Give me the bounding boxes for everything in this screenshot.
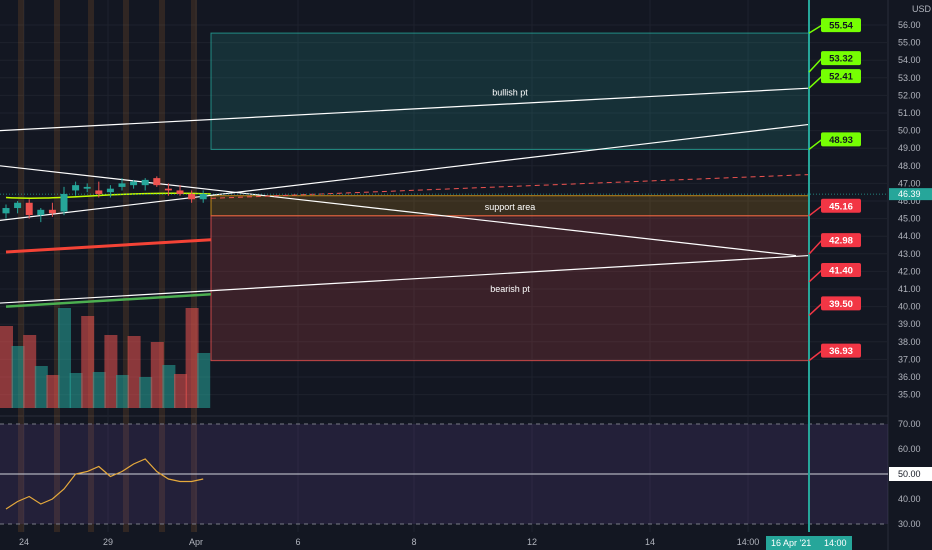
current-price-label: 46.39: [898, 189, 921, 199]
y-tick-label: 53.00: [898, 73, 921, 83]
y-tick-label: 55.00: [898, 38, 921, 48]
volume-bar: [81, 316, 95, 408]
candle-body: [188, 193, 196, 200]
zone-label: support area: [485, 202, 536, 212]
y-tick-label: 48.00: [898, 161, 921, 171]
candle-body: [37, 209, 45, 216]
y-tick-label: 36.00: [898, 372, 921, 382]
candle-body: [25, 202, 33, 216]
y-tick-label: 50.00: [898, 126, 921, 136]
y-tick-label: 35.00: [898, 390, 921, 400]
volume-bar: [197, 353, 211, 408]
y-tick-label: 41.00: [898, 284, 921, 294]
candle-body: [118, 183, 126, 187]
volume-bar: [127, 336, 141, 408]
volume-bar: [162, 365, 176, 408]
candle-body: [48, 209, 56, 214]
target-label: 55.54: [829, 21, 853, 32]
volume-bar: [23, 335, 37, 408]
chart-canvas[interactable]: bullish pt support area bearish pt 55.54 53…: [0, 0, 932, 550]
x-tick-label: 12: [527, 537, 537, 547]
x-tick-label: 14: [645, 537, 655, 547]
osc-tick-label: 60.00: [898, 444, 921, 454]
volume-bar: [92, 372, 106, 408]
zone-label: bullish pt: [492, 87, 528, 97]
candle-body: [130, 181, 138, 186]
cursor-date-label: 16 Apr '21: [771, 538, 811, 548]
zones: bullish pt support area bearish pt: [210, 32, 810, 362]
osc-tick-label: 70.00: [898, 419, 921, 429]
target-label: 53.32: [829, 54, 853, 65]
volume-bar: [0, 326, 13, 408]
candle-body: [176, 190, 184, 194]
y-tick-label: 51.00: [898, 108, 921, 118]
oscillator: [0, 423, 888, 525]
y-tick-label: 54.00: [898, 55, 921, 65]
x-tick-label: 8: [411, 537, 416, 547]
volume-bar: [104, 335, 118, 408]
volume-bar: [185, 308, 199, 408]
target-label: 52.41: [829, 72, 853, 83]
osc-value-label: 50.00: [898, 469, 921, 479]
cursor-time-label: 14:00: [824, 538, 847, 548]
candle-body: [14, 202, 22, 209]
y-tick-label: 49.00: [898, 143, 921, 153]
y-tick-label: 39.00: [898, 319, 921, 329]
x-tick-label: 24: [19, 537, 29, 547]
x-tick-label: Apr: [189, 537, 203, 547]
volume-bar: [58, 308, 71, 408]
candle-body: [199, 193, 207, 200]
candle-body: [164, 188, 172, 191]
candle-body: [141, 179, 149, 186]
x-tick-label: 29: [103, 537, 113, 547]
y-tick-label: 42.00: [898, 266, 921, 276]
target-label: 45.16: [829, 201, 853, 212]
candle-body: [95, 190, 103, 194]
target-label: 41.40: [829, 265, 853, 276]
target-label: 36.93: [829, 346, 853, 357]
y-tick-label: 37.00: [898, 354, 921, 364]
volume-bar: [34, 366, 48, 408]
y-tick-label: 44.00: [898, 231, 921, 241]
zone-label: bearish pt: [490, 284, 530, 294]
y-tick-label: 56.00: [898, 20, 921, 30]
volume-bar: [174, 374, 187, 408]
candle-body: [60, 193, 68, 212]
target-label: 39.50: [829, 299, 853, 310]
y-tick-label: 47.00: [898, 178, 921, 188]
volume-bar: [46, 375, 60, 408]
y-tick-label: 43.00: [898, 249, 921, 259]
y-tick-label: 52.00: [898, 90, 921, 100]
candle-body: [106, 188, 114, 193]
osc-tick-label: 30.00: [898, 519, 921, 529]
target-label: 48.93: [829, 135, 853, 146]
currency-label: USD: [912, 4, 932, 14]
y-tick-label: 45.00: [898, 214, 921, 224]
osc-tick-label: 40.00: [898, 494, 921, 504]
volume-bar: [116, 375, 129, 408]
volume-bar: [69, 373, 83, 408]
x-tick-label: 6: [295, 537, 300, 547]
candle-body: [2, 208, 10, 214]
candle-body: [153, 178, 161, 186]
target-label: 42.98: [829, 236, 853, 247]
candle-body: [72, 185, 80, 191]
volume-bar: [139, 377, 153, 408]
x-tick-label: 14:00: [737, 537, 760, 547]
y-tick-label: 40.00: [898, 302, 921, 312]
candle-body: [83, 186, 91, 189]
volume-bar: [150, 342, 164, 408]
y-tick-label: 38.00: [898, 337, 921, 347]
volume-bar: [11, 346, 25, 408]
